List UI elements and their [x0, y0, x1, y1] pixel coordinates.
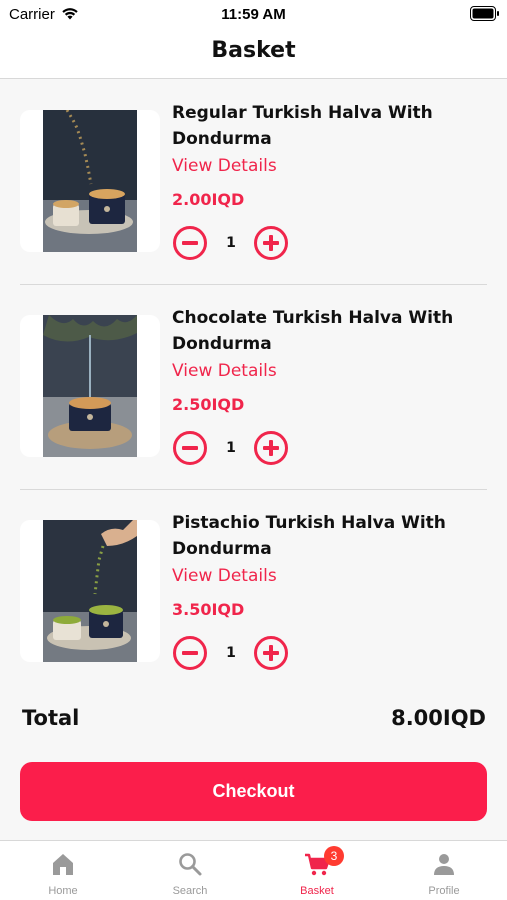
decrease-quantity-button[interactable] [173, 636, 207, 670]
page-title: Basket [211, 38, 296, 63]
battery-icon [470, 6, 500, 25]
basket-item: Chocolate Turkish Halva With Dondurma Vi… [0, 285, 507, 490]
total-value: 8.00IQD [391, 706, 486, 730]
product-price: 2.50IQD [172, 395, 245, 414]
increase-quantity-button[interactable] [254, 636, 288, 670]
decrease-quantity-button[interactable] [173, 431, 207, 465]
product-name: Chocolate Turkish Halva With Dondurma [172, 308, 454, 354]
quantity-value: 1 [226, 440, 236, 456]
basket-screen: Carrier 11:59 AM Basket Regular Turkish … [0, 0, 507, 900]
tab-bar: Home Search 3 Basket Profile [0, 840, 507, 900]
product-name: Regular Turkish Halva With Dondurma [172, 103, 433, 149]
decrease-quantity-button[interactable] [173, 226, 207, 260]
tab-search[interactable]: Search [127, 841, 253, 900]
product-thumbnail[interactable] [20, 110, 160, 252]
tab-label: Profile [428, 885, 460, 897]
person-icon [431, 851, 457, 877]
increase-quantity-button[interactable] [254, 226, 288, 260]
tab-home[interactable]: Home [0, 841, 126, 900]
navigation-bar: Basket [0, 28, 507, 79]
view-details-link[interactable]: View Details [172, 156, 277, 176]
tab-label: Search [172, 885, 208, 897]
product-name: Pistachio Turkish Halva With Dondurma [172, 513, 446, 559]
home-icon [50, 851, 76, 877]
halva-cup-photo [43, 110, 137, 252]
halva-cup-photo [43, 520, 137, 662]
product-price: 2.00IQD [172, 190, 245, 209]
tab-basket[interactable]: 3 Basket [254, 841, 380, 900]
total-label: Total [22, 706, 80, 730]
basket-item: Regular Turkish Halva With Dondurma View… [0, 80, 507, 285]
view-details-link[interactable]: View Details [172, 566, 277, 586]
increase-quantity-button[interactable] [254, 431, 288, 465]
tab-label: Basket [300, 885, 334, 897]
tab-profile[interactable]: Profile [381, 841, 507, 900]
basket-list: Regular Turkish Halva With Dondurma View… [0, 80, 507, 695]
product-thumbnail[interactable] [20, 520, 160, 662]
basket-item: Pistachio Turkish Halva With Dondurma Vi… [0, 490, 507, 695]
cart-count-badge: 3 [324, 846, 344, 866]
status-bar: Carrier 11:59 AM [0, 0, 507, 28]
product-thumbnail[interactable] [20, 315, 160, 457]
quantity-value: 1 [226, 235, 236, 251]
halva-cup-photo [43, 315, 137, 457]
view-details-link[interactable]: View Details [172, 361, 277, 381]
product-price: 3.50IQD [172, 600, 245, 619]
quantity-value: 1 [226, 645, 236, 661]
search-icon [177, 851, 203, 877]
tab-label: Home [48, 885, 78, 897]
checkout-button[interactable]: Checkout [20, 762, 487, 821]
clock-label: 11:59 AM [221, 6, 286, 23]
